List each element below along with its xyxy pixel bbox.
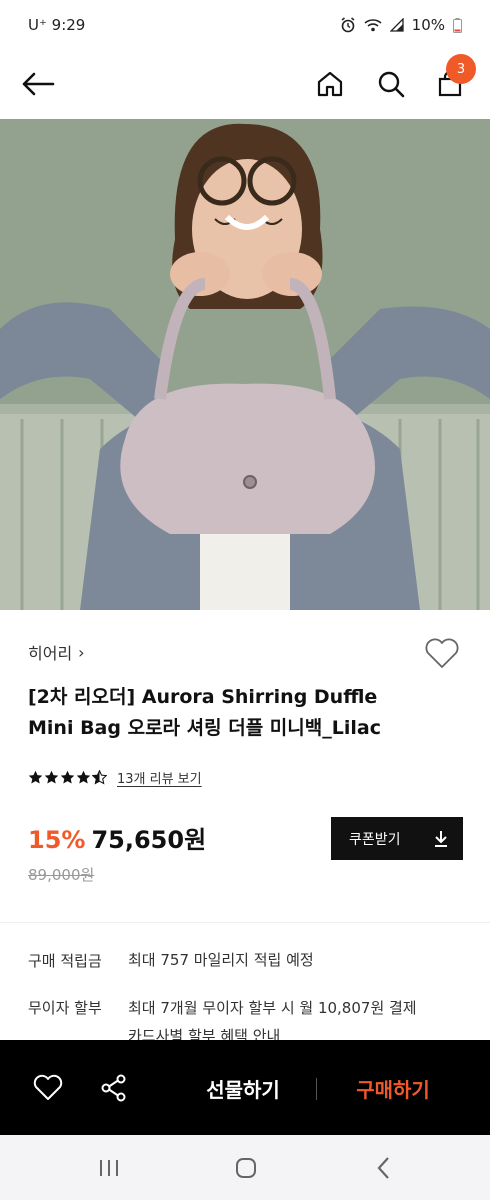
search-button[interactable] [369,62,413,106]
star-half-icon [92,770,107,785]
home-icon [317,71,343,97]
star-icon [76,770,91,784]
battery-icon [453,17,462,33]
signal-icon [389,18,404,32]
sale-price: 75,650원 [91,826,207,854]
coupon-button[interactable]: 쿠폰받기 [331,817,463,860]
gift-button[interactable]: 선물하기 [188,1066,298,1110]
cart-button[interactable]: 3 [428,54,476,106]
star-rating [28,770,107,785]
review-link[interactable]: 13개 리뷰 보기 [117,768,202,787]
app-header: 3 [0,50,490,118]
heart-icon [33,1074,63,1100]
bottom-action-bar: 선물하기 구매하기 [0,1040,490,1135]
product-photo [0,119,490,610]
arrow-left-icon [22,72,55,96]
share-icon [101,1074,126,1102]
coupon-label: 쿠폰받기 [349,831,401,848]
product-title-line1: [2차 리오더] Aurora Shirring Duffle [28,686,378,708]
brand-name: 히어리 [28,644,73,663]
star-icon [60,770,75,784]
product-image[interactable] [0,119,490,610]
search-icon [378,71,405,98]
home-circle-icon [236,1158,256,1178]
points-label: 구매 적립금 [28,952,102,970]
system-nav-bar [0,1135,490,1200]
star-icon [44,770,59,784]
status-icons: 10% [340,16,462,34]
home-button[interactable] [308,62,352,106]
wishlist-bottom-button[interactable] [30,1070,66,1106]
brand-link[interactable]: 히어리 › [28,640,85,664]
rating-row: 13개 리뷰 보기 [28,768,202,787]
points-value: 최대 757 마일리지 적립 예정 [128,951,314,969]
recent-apps-button[interactable] [94,1153,124,1183]
discount-rate: 15% [28,826,86,854]
heart-icon [425,638,459,668]
wifi-icon [364,17,382,33]
original-price: 89,000원 [28,866,95,884]
installment-detail: 최대 7개월 무이자 할부 시 월 10,807원 결제 [128,999,417,1017]
price-row: 15% 75,650원 [28,820,206,855]
points-row: 구매 적립금 최대 757 마일리지 적립 예정 [28,950,314,971]
recent-apps-icon [100,1160,118,1176]
share-button[interactable] [96,1070,132,1106]
section-divider [0,922,490,923]
product-title: [2차 리오더] Aurora Shirring Duffle Mini Bag… [28,682,428,744]
product-title-line2: Mini Bag 오로라 셔링 더플 미니백_Lilac [28,717,381,739]
wishlist-button[interactable] [424,638,464,674]
chevron-left-icon [377,1157,389,1179]
bar-separator [316,1078,317,1100]
back-nav-button[interactable] [369,1153,399,1183]
cart-count-badge: 3 [446,54,476,84]
battery-text: 10% [411,16,445,34]
buy-button[interactable]: 구매하기 [338,1066,448,1110]
status-bar: U⁺ 9:29 10% [0,0,490,50]
alarm-icon [340,17,356,33]
download-icon [435,830,447,847]
carrier-time: U⁺ 9:29 [28,16,86,34]
chevron-right-icon: › [78,642,85,662]
star-icon [28,770,43,784]
back-button[interactable] [16,62,60,106]
home-nav-button[interactable] [231,1153,261,1183]
